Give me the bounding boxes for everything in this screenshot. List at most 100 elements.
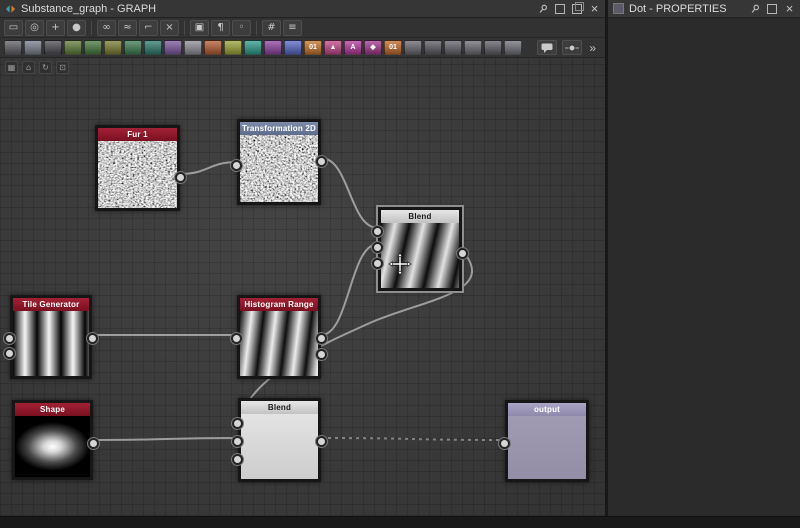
svg-node-button[interactable]: ◆ bbox=[364, 40, 382, 55]
input-connector[interactable] bbox=[372, 258, 383, 269]
warp-node-button[interactable] bbox=[104, 40, 122, 55]
input-connector[interactable] bbox=[4, 348, 15, 359]
float-window-icon[interactable] bbox=[555, 3, 565, 14]
dot-node-button[interactable] bbox=[504, 40, 522, 55]
material-drop-icon[interactable]: ● bbox=[67, 19, 86, 36]
directional-warp-node-button[interactable] bbox=[84, 40, 102, 55]
node-title: Blend bbox=[241, 401, 318, 414]
input-connector[interactable] bbox=[231, 333, 242, 344]
output-connector[interactable] bbox=[316, 436, 327, 447]
float-window-icon[interactable] bbox=[767, 3, 777, 14]
output-connector[interactable] bbox=[316, 333, 327, 344]
home-view-icon[interactable]: ⌂ bbox=[22, 61, 35, 74]
canvas-view-tools: ▦ ⌂ ↻ ⊡ bbox=[4, 61, 70, 74]
graph-node-histogram-range[interactable]: Histogram Range bbox=[231, 295, 327, 379]
graph-canvas[interactable]: ▦ ⌂ ↻ ⊡ Fur 1 Transformation 2D Blend Tile Gen… bbox=[0, 58, 605, 516]
close-icon[interactable]: × bbox=[589, 2, 600, 15]
close-icon[interactable]: × bbox=[784, 2, 795, 15]
blur-node-button[interactable] bbox=[44, 40, 62, 55]
graph-panel: Substance_graph - GRAPH × ▭ ◎ + ● ∞ ≈ ⌐ × ▣ ¶ ◦ # ≡ … bbox=[0, 0, 605, 516]
pin-icon[interactable] bbox=[537, 3, 548, 14]
graph-toolbar: ▭ ◎ + ● ∞ ≈ ⌐ × ▣ ¶ ◦ # ≡ bbox=[0, 18, 605, 38]
graph-node-blend-top[interactable]: Blend bbox=[372, 205, 468, 293]
input-connector[interactable] bbox=[232, 436, 243, 447]
output-connector[interactable] bbox=[88, 438, 99, 449]
uniform-color-node-button[interactable] bbox=[4, 40, 22, 55]
refresh-view-icon[interactable]: ↻ bbox=[39, 61, 52, 74]
node-thumbnail bbox=[15, 416, 90, 477]
node-title: Histogram Range bbox=[240, 298, 318, 311]
input-connector[interactable] bbox=[4, 333, 15, 344]
node-thumbnail bbox=[381, 223, 459, 288]
properties-body bbox=[608, 18, 800, 515]
value-processor-node-button[interactable]: 01 bbox=[384, 40, 402, 55]
properties-panel: Dot - PROPERTIES × bbox=[608, 0, 800, 516]
node-creation-toolbar: 01 ▲ A ◆ 01 » bbox=[0, 38, 605, 58]
node-title: Shape bbox=[15, 403, 90, 416]
input-connector[interactable] bbox=[499, 438, 510, 449]
wire bbox=[179, 161, 238, 175]
snap-grid-icon[interactable]: # bbox=[262, 19, 281, 36]
graph-node-tile-generator[interactable]: Tile Generator bbox=[4, 295, 98, 379]
graph-panel-header: Substance_graph - GRAPH × bbox=[0, 0, 605, 18]
graph-panel-title: Substance_graph - GRAPH bbox=[21, 2, 157, 15]
cut-links-icon[interactable]: × bbox=[160, 19, 179, 36]
transformation-2d-node-button[interactable] bbox=[184, 40, 202, 55]
graph-app-icon bbox=[5, 3, 16, 14]
curve-node-button[interactable] bbox=[224, 40, 242, 55]
graph-node-transformation-2d[interactable]: Transformation 2D bbox=[231, 119, 327, 205]
align-nodes-icon[interactable]: ≡ bbox=[283, 19, 302, 36]
comment-icon[interactable]: ¶ bbox=[211, 19, 230, 36]
output-connector[interactable] bbox=[316, 349, 327, 360]
create-link-icon[interactable]: ∞ bbox=[97, 19, 116, 36]
text-node-button[interactable]: A bbox=[344, 40, 362, 55]
grid-display-icon[interactable]: ▦ bbox=[5, 61, 18, 74]
screenshot-icon[interactable]: ◎ bbox=[25, 19, 44, 36]
frame-resource-node-button[interactable] bbox=[464, 40, 482, 55]
comment-bubble-icon[interactable] bbox=[537, 40, 558, 55]
graph-node-shape[interactable]: Shape bbox=[12, 400, 99, 480]
toolbar-overflow-chevron[interactable]: » bbox=[587, 41, 598, 55]
output-connector[interactable] bbox=[87, 333, 98, 344]
graph-node-blend-bottom[interactable]: Blend bbox=[232, 398, 327, 482]
output-connector[interactable] bbox=[316, 156, 327, 167]
hsl-node-button[interactable] bbox=[164, 40, 182, 55]
bitmap-node-button[interactable] bbox=[424, 40, 442, 55]
fx-map-node-button[interactable] bbox=[404, 40, 422, 55]
node-title: Blend bbox=[381, 210, 459, 223]
marquee-select-icon[interactable]: ▭ bbox=[4, 19, 23, 36]
input-connector[interactable] bbox=[372, 226, 383, 237]
invert-node-button[interactable] bbox=[264, 40, 282, 55]
fit-view-icon[interactable]: ⊡ bbox=[56, 61, 69, 74]
gradient-map-node-button[interactable] bbox=[124, 40, 142, 55]
frame-icon[interactable]: ▣ bbox=[190, 19, 209, 36]
graph-node-output[interactable]: output bbox=[499, 400, 589, 482]
levels-node-button[interactable] bbox=[244, 40, 262, 55]
dot-node-icon[interactable] bbox=[562, 40, 583, 55]
elbow-links-icon[interactable]: ⌐ bbox=[139, 19, 158, 36]
input-connector[interactable] bbox=[231, 160, 242, 171]
directional-blur-node-button[interactable] bbox=[64, 40, 82, 55]
dock-window-icon[interactable] bbox=[572, 1, 584, 14]
node-title: Tile Generator bbox=[13, 298, 89, 311]
input-connector[interactable] bbox=[232, 454, 243, 465]
color-picker-icon[interactable]: + bbox=[46, 19, 65, 36]
output-connector[interactable] bbox=[175, 172, 186, 183]
uniform-01-node-button[interactable]: 01 bbox=[304, 40, 322, 55]
pin-node-icon[interactable]: ◦ bbox=[232, 19, 251, 36]
input-connector[interactable] bbox=[372, 242, 383, 253]
sharpen-node-button[interactable] bbox=[144, 40, 162, 55]
pixel-processor-node-button[interactable]: ▲ bbox=[324, 40, 342, 55]
input-connector[interactable] bbox=[232, 418, 243, 429]
pin-icon[interactable] bbox=[749, 3, 760, 14]
graph-node-fur-1[interactable]: Fur 1 bbox=[95, 125, 186, 211]
output-connector[interactable] bbox=[457, 248, 468, 259]
vector-graphics-node-button[interactable] bbox=[444, 40, 462, 55]
comment-resource-node-button[interactable] bbox=[484, 40, 502, 55]
normal-node-button[interactable] bbox=[284, 40, 302, 55]
status-bar bbox=[0, 516, 800, 528]
channels-shuffle-node-button[interactable] bbox=[204, 40, 222, 55]
curved-links-icon[interactable]: ≈ bbox=[118, 19, 137, 36]
wire bbox=[320, 243, 379, 336]
blend-node-button[interactable] bbox=[24, 40, 42, 55]
